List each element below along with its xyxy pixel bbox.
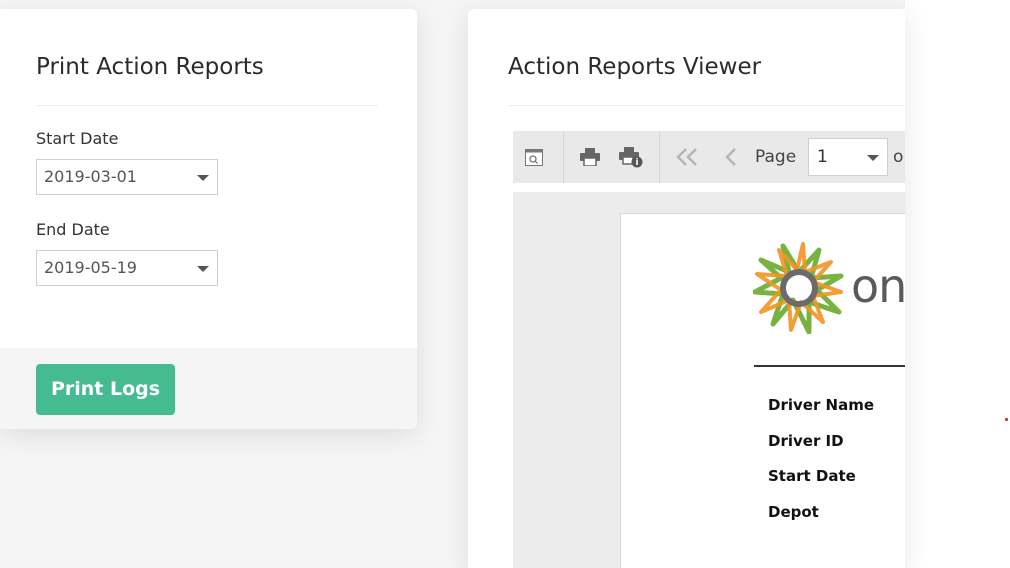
- viewer-title: Action Reports Viewer: [508, 54, 762, 80]
- print-icon[interactable]: [580, 148, 600, 166]
- page-label: Page: [755, 147, 797, 167]
- logo-text: on: [851, 259, 905, 313]
- toolbar-separator: [563, 131, 564, 183]
- viewer-toolbar: Page 1 o: [513, 131, 905, 183]
- chevron-down-icon: [867, 155, 879, 161]
- title-divider: [36, 105, 378, 106]
- start-date-field-label: Start Date: [768, 467, 856, 485]
- end-date-select[interactable]: 2019-05-19: [36, 250, 218, 286]
- report-viewer-panel: Action Reports Viewer Page 1 o on Driver…: [468, 9, 905, 568]
- panel-title: Print Action Reports: [36, 54, 264, 80]
- first-page-icon[interactable]: [675, 147, 699, 167]
- end-date-label: End Date: [36, 220, 110, 239]
- chevron-down-icon: [197, 175, 209, 181]
- driver-id-label: Driver ID: [768, 432, 844, 450]
- page-of-label: o: [893, 147, 904, 167]
- depot-label: Depot: [768, 503, 819, 521]
- toggle-sidebar-icon[interactable]: [525, 149, 543, 166]
- company-logo: [753, 242, 844, 334]
- toolbar-separator: [659, 131, 660, 183]
- page-number-value: 1: [817, 147, 828, 167]
- print-logs-button[interactable]: Print Logs: [36, 364, 175, 415]
- print-reports-panel: Print Action Reports Start Date 2019-03-…: [0, 9, 417, 429]
- chevron-down-icon: [197, 266, 209, 272]
- print-info-icon[interactable]: [619, 147, 643, 168]
- red-dot-marker: [1005, 418, 1008, 421]
- start-date-select[interactable]: 2019-03-01: [36, 159, 218, 195]
- page-number-select[interactable]: 1: [808, 138, 888, 176]
- report-viewer-area: on Driver Name Driver ID Start Date Depo…: [513, 192, 905, 568]
- start-date-value: 2019-03-01: [44, 167, 137, 186]
- driver-name-label: Driver Name: [768, 396, 875, 414]
- page-background-right: [905, 0, 1010, 568]
- end-date-value: 2019-05-19: [44, 258, 137, 277]
- report-header-rule: [754, 365, 905, 367]
- title-divider: [508, 105, 905, 106]
- report-page: on Driver Name Driver ID Start Date Depo…: [620, 213, 905, 568]
- start-date-label: Start Date: [36, 129, 119, 148]
- previous-page-icon[interactable]: [723, 147, 737, 167]
